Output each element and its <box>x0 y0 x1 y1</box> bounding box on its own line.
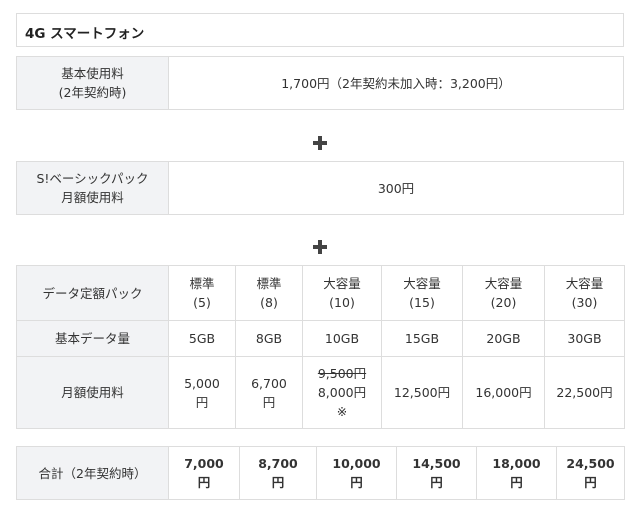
fee-amount: 5,000 <box>184 375 220 391</box>
plan-name: 大容量 <box>403 276 441 291</box>
total-cell: 7,000 円 <box>168 446 240 500</box>
total-cell: 18,000 円 <box>476 446 557 500</box>
fee-suffix: 円 <box>262 394 276 410</box>
total-cell: 24,500 円 <box>556 446 625 500</box>
section-title: 4G スマートフォン <box>16 13 624 47</box>
plan-header-label: データ定額パック <box>16 265 169 321</box>
sbasic-label: S!ベーシックパック 月額使用料 <box>16 161 169 215</box>
data-plan-table: データ定額パック 標準 (5) 標準 (8) 大容量 (10) 大容量 (15) 大容量 (20) 大… <box>16 265 625 429</box>
monthly-fee-cell: 16,000円 <box>462 356 545 429</box>
total-unit: 円 <box>510 475 523 490</box>
fee-amount: 8,000円 <box>317 385 367 400</box>
plan-name: 大容量 <box>484 276 523 291</box>
label-line: 月額使用料 <box>61 190 124 205</box>
total-amount: 7,000 <box>184 456 224 471</box>
total-unit: 円 <box>584 475 597 490</box>
total-cell: 8,700 円 <box>239 446 317 500</box>
monthly-fee-cell: 5,000 円 <box>168 356 236 429</box>
fee-suffix: ※ <box>336 404 348 419</box>
plan-header-cell: 標準 (8) <box>235 265 303 321</box>
fee-amount: 12,500円 <box>393 385 451 400</box>
total-unit: 円 <box>271 475 285 490</box>
monthly-fee-cell: 22,500円 <box>544 356 625 429</box>
plan-name: 標準 <box>189 276 215 291</box>
data-amount-cell: 5GB <box>168 320 236 357</box>
fee-suffix: 円 <box>195 394 209 410</box>
plan-name: 大容量 <box>323 276 361 291</box>
plan-header-cell: 大容量 (15) <box>381 265 463 321</box>
plan-size: (15) <box>409 295 435 310</box>
data-amount-label: 基本データ量 <box>16 320 169 357</box>
plan-size: (20) <box>490 295 517 310</box>
plan-size: (5) <box>193 295 211 310</box>
total-amount: 10,000 <box>332 456 381 471</box>
plan-header-cell: 大容量 (30) <box>544 265 625 321</box>
plan-header-cell: 標準 (5) <box>168 265 236 321</box>
fee-amount: 16,000円 <box>475 385 532 400</box>
basic-fee-table: 基本使用料 (2年契約時) 1,700円（2年契約未加入時：3,200円） <box>16 56 624 110</box>
old-fee: 9,500円 <box>317 366 367 381</box>
total-amount: 24,500 <box>566 456 615 471</box>
total-label: 合計（2年契約時） <box>16 446 169 500</box>
basic-fee-label: 基本使用料 (2年契約時) <box>16 56 169 110</box>
total-table: 合計（2年契約時） 7,000 円 8,700 円 10,000 円 14,500 円 18,00… <box>16 446 625 500</box>
total-cell: 10,000 円 <box>316 446 397 500</box>
total-unit: 円 <box>197 475 211 490</box>
total-unit: 円 <box>350 475 363 490</box>
data-amount-cell: 20GB <box>462 320 545 357</box>
sbasic-table: S!ベーシックパック 月額使用料 300円 <box>16 161 624 215</box>
monthly-fee-cell: 9,500円 8,000円 ※ <box>302 356 382 429</box>
plus-icon <box>312 239 328 255</box>
plan-name: 標準 <box>256 276 282 291</box>
label-line: 基本使用料 <box>61 66 124 81</box>
data-amount-cell: 8GB <box>235 320 303 357</box>
monthly-fee-cell: 6,700 円 <box>235 356 303 429</box>
plan-header-cell: 大容量 (10) <box>302 265 382 321</box>
plan-size: (8) <box>260 295 278 310</box>
monthly-fee-cell: 12,500円 <box>381 356 463 429</box>
plan-size: (30) <box>571 295 598 310</box>
plus-icon <box>312 135 328 151</box>
total-amount: 8,700 <box>258 456 298 471</box>
data-amount-cell: 15GB <box>381 320 463 357</box>
plan-header-cell: 大容量 (20) <box>462 265 545 321</box>
label-line: S!ベーシックパック <box>36 171 149 186</box>
data-amount-cell: 10GB <box>302 320 382 357</box>
fee-amount: 6,700 <box>251 375 287 391</box>
total-cell: 14,500 円 <box>396 446 477 500</box>
plan-name: 大容量 <box>565 276 604 291</box>
plan-size: (10) <box>329 295 355 310</box>
total-amount: 14,500 <box>412 456 461 471</box>
sbasic-value: 300円 <box>168 161 624 215</box>
data-amount-cell: 30GB <box>544 320 625 357</box>
basic-fee-value: 1,700円（2年契約未加入時：3,200円） <box>168 56 624 110</box>
total-unit: 円 <box>430 475 443 490</box>
fee-amount: 22,500円 <box>556 385 613 400</box>
label-line: (2年契約時) <box>58 85 127 100</box>
monthly-fee-label: 月額使用料 <box>16 356 169 429</box>
total-amount: 18,000 <box>492 456 541 471</box>
